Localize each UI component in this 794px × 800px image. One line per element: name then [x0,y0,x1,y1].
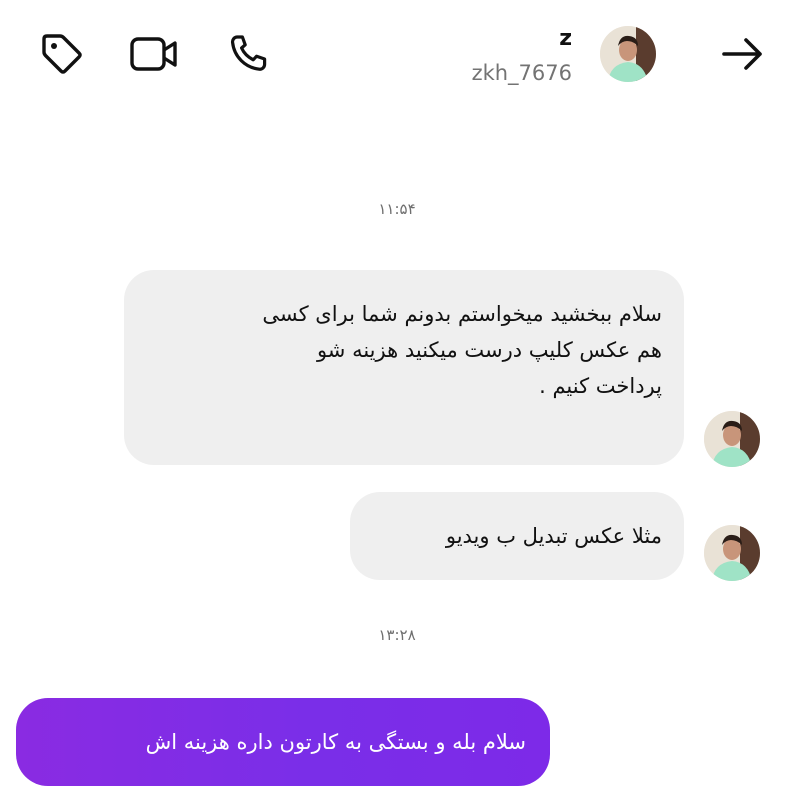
sender-avatar[interactable] [704,525,760,581]
video-call-icon[interactable] [128,28,180,80]
timestamp: ۱۳:۲۸ [378,626,416,644]
message-line: سلام بله و بستگی به کارتون داره هزینه اش [145,730,526,754]
message-bubble-incoming[interactable]: مثلا عکس تبدیل ب ویدیو [350,492,684,580]
sender-avatar[interactable] [704,411,760,467]
back-arrow-icon[interactable] [716,28,768,80]
profile-name: z [559,26,572,51]
tag-icon[interactable] [36,28,88,80]
phone-icon[interactable] [222,28,274,80]
message-line: سلام ببخشید میخواستم بدونم شما برای کسی [262,302,662,326]
message-line: هم عکس کلیپ درست میکنید هزینه شو [316,338,662,362]
message-line: پرداخت کنیم . [539,374,662,398]
timestamp: ۱۱:۵۴ [378,200,416,218]
header-avatar[interactable] [600,26,656,82]
message-bubble-outgoing[interactable]: سلام بله و بستگی به کارتون داره هزینه اش [16,698,550,786]
message-bubble-incoming[interactable]: سلام ببخشید میخواستم بدونم شما برای کسی … [124,270,684,465]
message-line: مثلا عکس تبدیل ب ویدیو [445,524,662,548]
profile-handle: zkh_7676 [471,61,572,85]
